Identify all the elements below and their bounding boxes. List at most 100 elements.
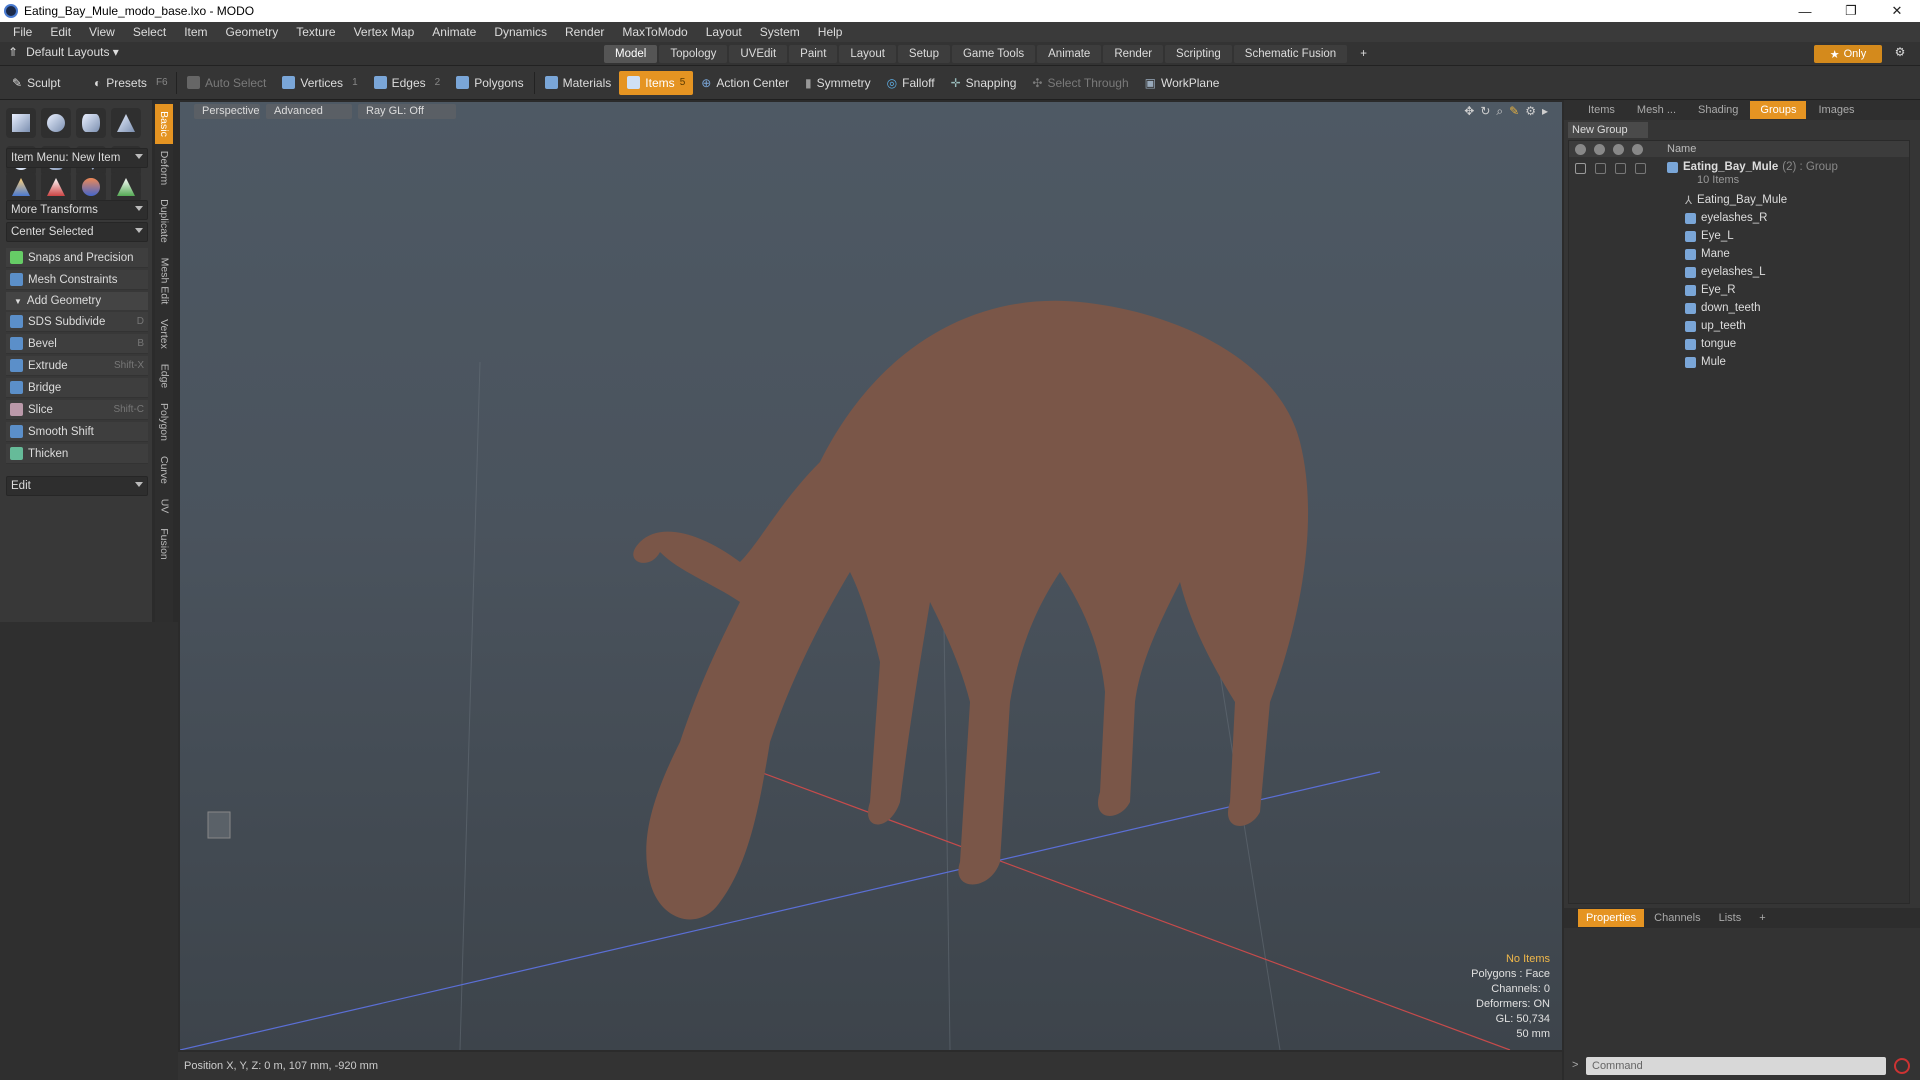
tab-mesh[interactable]: Mesh ... xyxy=(1627,101,1686,119)
tab-setup[interactable]: Setup xyxy=(897,45,950,63)
extrude-button[interactable]: Extrude Shift-X xyxy=(6,356,148,376)
transform-icon[interactable] xyxy=(111,172,141,202)
command-input[interactable]: Command xyxy=(1586,1057,1886,1075)
vtab-basic[interactable]: Basic xyxy=(155,104,173,144)
advanced-button[interactable]: Advanced xyxy=(266,103,352,119)
menu-file[interactable]: File xyxy=(4,25,41,39)
eye-icon[interactable] xyxy=(1575,163,1586,174)
edit-dropdown[interactable]: Edit xyxy=(6,476,148,496)
menu-texture[interactable]: Texture xyxy=(287,25,344,39)
list-item[interactable]: tongue xyxy=(1685,335,1920,353)
list-item[interactable]: up_teeth xyxy=(1685,317,1920,335)
cube-icon[interactable] xyxy=(6,108,36,138)
add-tab-button[interactable]: + xyxy=(1349,45,1378,63)
menu-vertex-map[interactable]: Vertex Map xyxy=(345,25,424,39)
list-item[interactable]: down_teeth xyxy=(1685,299,1920,317)
pan-icon[interactable]: ✥ xyxy=(1464,104,1474,119)
falloff-button[interactable]: ◎ Falloff xyxy=(879,71,943,95)
tab-animate[interactable]: Animate xyxy=(1037,45,1102,63)
tab-channels[interactable]: Channels xyxy=(1646,909,1708,927)
add-geometry-header[interactable]: ▼ Add Geometry xyxy=(6,292,148,310)
lock-icon[interactable] xyxy=(1613,143,1624,155)
presets-button[interactable]: ◐ Presets F6 xyxy=(86,71,174,95)
tab-scripting[interactable]: Scripting xyxy=(1165,45,1232,63)
tab-topology[interactable]: Topology xyxy=(659,45,728,63)
list-item[interactable]: Mane xyxy=(1685,245,1920,263)
render-toggle-icon[interactable] xyxy=(1595,163,1606,174)
layout-selector[interactable]: ⇑ Default Layouts ▾ xyxy=(8,45,119,59)
vtab-vertex[interactable]: Vertex xyxy=(155,312,173,356)
close-button[interactable]: ✕ xyxy=(1874,0,1920,22)
minimize-button[interactable]: — xyxy=(1782,0,1828,22)
items-button[interactable]: Items 5 xyxy=(619,70,694,95)
vertices-button[interactable]: Vertices 1 xyxy=(274,71,365,95)
more-transforms-dropdown[interactable]: More Transforms xyxy=(6,200,148,220)
center-selected-dropdown[interactable]: Center Selected xyxy=(6,222,148,242)
list-item[interactable]: Eye_L xyxy=(1685,227,1920,245)
settings-icon[interactable]: ⚙ xyxy=(1525,104,1536,119)
menu-animate[interactable]: Animate xyxy=(423,25,485,39)
menu-system[interactable]: System xyxy=(751,25,809,39)
menu-geometry[interactable]: Geometry xyxy=(217,25,288,39)
zoom-icon[interactable]: ⌕ xyxy=(1496,104,1503,119)
visibility-icon[interactable] xyxy=(1575,143,1586,155)
vtab-curve[interactable]: Curve xyxy=(155,450,173,490)
lock-toggle-icon[interactable] xyxy=(1615,163,1626,174)
edges-button[interactable]: Edges 2 xyxy=(366,71,449,95)
snapping-button[interactable]: ✛ Snapping xyxy=(943,71,1025,95)
smooth-shift-button[interactable]: Smooth Shift xyxy=(6,422,148,442)
vtab-polygon[interactable]: Polygon xyxy=(155,396,173,448)
sphere-icon[interactable] xyxy=(41,108,71,138)
vtab-mesh-edit[interactable]: Mesh Edit xyxy=(155,252,173,310)
bevel-button[interactable]: Bevel B xyxy=(6,334,148,354)
maximize-button[interactable]: ❐ xyxy=(1828,0,1874,22)
tab-lists[interactable]: Lists xyxy=(1711,909,1750,927)
only-button[interactable]: ★ Only xyxy=(1814,45,1882,63)
add-properties-tab-button[interactable]: + xyxy=(1751,909,1773,927)
tab-schematic-fusion[interactable]: Schematic Fusion xyxy=(1233,45,1348,63)
play-icon[interactable]: ▸ xyxy=(1542,104,1548,119)
list-item[interactable]: Mule xyxy=(1685,353,1920,371)
workplane-button[interactable]: ▣ WorkPlane xyxy=(1137,71,1228,95)
vtab-fusion[interactable]: Fusion xyxy=(155,522,173,566)
tab-paint[interactable]: Paint xyxy=(789,45,838,63)
list-item[interactable]: ⅄ Eating_Bay_Mule xyxy=(1685,191,1920,209)
scale-icon[interactable] xyxy=(76,172,106,202)
cylinder-icon[interactable] xyxy=(76,108,106,138)
polygons-button[interactable]: Polygons xyxy=(448,71,531,95)
tab-model[interactable]: Model xyxy=(604,45,658,63)
tab-render[interactable]: Render xyxy=(1103,45,1164,63)
materials-button[interactable]: Materials xyxy=(537,71,620,95)
menu-edit[interactable]: Edit xyxy=(41,25,80,39)
orbit-icon[interactable]: ↻ xyxy=(1480,104,1490,119)
action-center-button[interactable]: ⊕ Action Center xyxy=(693,71,797,95)
select-toggle-icon[interactable] xyxy=(1635,163,1646,174)
vtab-edge[interactable]: Edge xyxy=(155,358,173,394)
history-icon[interactable] xyxy=(1894,1058,1910,1074)
menu-item[interactable]: Item xyxy=(175,25,216,39)
ray-gl-button[interactable]: Ray GL: Off xyxy=(358,103,456,119)
rotate-icon[interactable] xyxy=(41,172,71,202)
tab-properties[interactable]: Properties xyxy=(1578,909,1645,927)
new-group-button[interactable]: New Group xyxy=(1568,122,1648,138)
thicken-button[interactable]: Thicken xyxy=(6,444,148,464)
auto-select-button[interactable]: Auto Select xyxy=(179,71,274,95)
menu-dynamics[interactable]: Dynamics xyxy=(485,25,556,39)
menu-select[interactable]: Select xyxy=(124,25,175,39)
brush-icon[interactable]: ✎ xyxy=(1509,104,1519,119)
select-through-button[interactable]: ✣ Select Through xyxy=(1024,71,1136,95)
slice-button[interactable]: Slice Shift-C xyxy=(6,400,148,420)
cone-icon[interactable] xyxy=(111,108,141,138)
gear-icon[interactable]: ⚙ xyxy=(1890,45,1910,63)
perspective-button[interactable]: Perspective xyxy=(194,103,260,119)
list-item[interactable]: eyelashes_R xyxy=(1685,209,1920,227)
sculpt-button[interactable]: ✎ Sculpt xyxy=(4,71,86,95)
tab-items[interactable]: Items xyxy=(1578,101,1625,119)
tab-layout[interactable]: Layout xyxy=(839,45,896,63)
3d-viewport[interactable]: Perspective Advanced Ray GL: Off ✥ ↻ ⌕ ✎… xyxy=(180,102,1562,1050)
symmetry-button[interactable]: ▮ Symmetry xyxy=(797,71,879,95)
tab-groups[interactable]: Groups xyxy=(1750,101,1807,119)
list-item[interactable]: eyelashes_L xyxy=(1685,263,1920,281)
tab-game-tools[interactable]: Game Tools xyxy=(951,45,1036,63)
menu-view[interactable]: View xyxy=(80,25,124,39)
